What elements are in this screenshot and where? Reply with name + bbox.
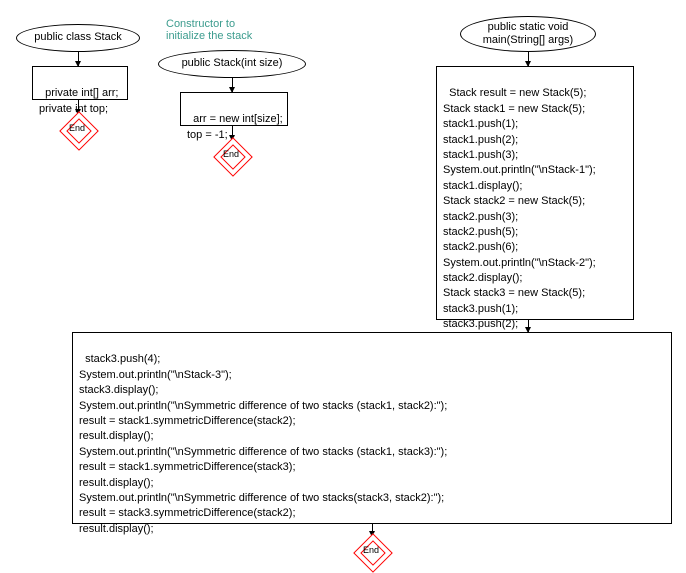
- arrow: [232, 78, 233, 92]
- main-body1-text: Stack result = new Stack(5); Stack stack…: [443, 87, 596, 330]
- end-label: End: [363, 545, 379, 555]
- end-node: End: [354, 534, 390, 570]
- arrow: [528, 320, 529, 332]
- main-body1-node: Stack result = new Stack(5); Stack stack…: [436, 66, 634, 320]
- constructor-declaration-node: public Stack(int size): [158, 50, 306, 78]
- class-declaration-node: public class Stack: [16, 24, 140, 52]
- main-body2-text: stack3.push(4); System.out.println("\nSt…: [79, 353, 447, 534]
- end-label: End: [223, 149, 239, 159]
- constructor-body-node: arr = new int[size]; top = -1;: [180, 92, 288, 126]
- arrow: [78, 52, 79, 66]
- end-label: End: [69, 123, 85, 133]
- main-body2-node: stack3.push(4); System.out.println("\nSt…: [72, 332, 672, 524]
- constructor-declaration-text: public Stack(int size): [182, 57, 283, 70]
- constructor-comment: Constructor to initialize the stack: [166, 18, 252, 42]
- arrow: [528, 52, 529, 66]
- end-node: End: [214, 138, 250, 174]
- fields-node: private int[] arr; private int top;: [32, 66, 128, 100]
- class-declaration-text: public class Stack: [34, 31, 121, 44]
- end-node: End: [60, 112, 96, 148]
- main-declaration-text: public static void main(String[] args): [483, 21, 573, 47]
- main-declaration-node: public static void main(String[] args): [460, 16, 596, 52]
